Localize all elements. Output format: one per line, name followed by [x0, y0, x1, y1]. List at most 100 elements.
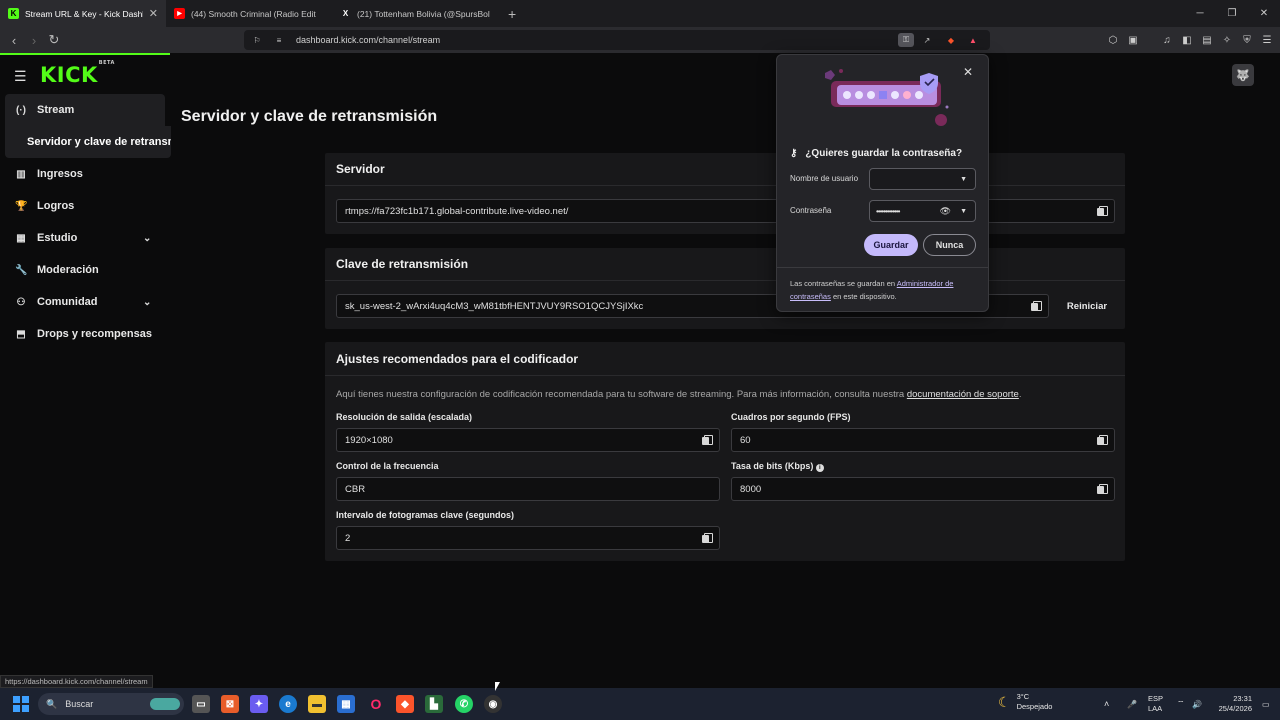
encoder-heading: Ajustes recomendados para el codificador — [325, 342, 1125, 376]
rate-control-label: Control de la frecuencia — [336, 461, 439, 471]
tab-title: (21) Tottenham Bolivia (@SpursBol) / — [357, 8, 490, 19]
resolution-label: Resolución de salida (escalada) — [336, 412, 473, 422]
fps-field[interactable]: 60 — [731, 428, 1115, 452]
show-password-icon[interactable]: 👁 — [940, 206, 951, 217]
youtube-favicon-icon: ▶ — [174, 8, 185, 19]
tray-overflow-icon[interactable]: ˄ — [1104, 688, 1109, 720]
stream-key-value: sk_us-west-2_wArxi4uq4cM3_wM81tbfHENTJVU… — [345, 300, 644, 312]
tab-x[interactable]: X (21) Tottenham Bolivia (@SpursBol) / — [332, 0, 498, 27]
microphone-icon[interactable]: 🎤 — [1127, 688, 1137, 720]
sidebar-item-estudio[interactable]: ▦ Estudio ⌄ — [0, 222, 170, 254]
drops-icon: ⬒ — [16, 328, 26, 340]
password-select[interactable]: ••••••••••••• 👁 ▼ — [869, 200, 976, 222]
notification-icon[interactable]: ▭ — [1262, 688, 1270, 720]
brave-shield-icon[interactable]: ◆ — [944, 33, 958, 47]
media-icon[interactable]: ♫ — [1160, 31, 1174, 49]
share-icon[interactable]: ↗ — [920, 33, 934, 47]
resolution-field[interactable]: 1920×1080 — [336, 428, 720, 452]
sidebar-item-moderacion[interactable]: 🔧 Moderación — [0, 254, 170, 286]
volume-icon[interactable]: 🔊 — [1192, 688, 1202, 720]
reload-icon[interactable]: ↻ — [44, 32, 64, 48]
site-info-icon[interactable]: ≡ — [272, 33, 286, 47]
server-url-field[interactable]: rtmps://fa723fc1b171.global-contribute.l… — [336, 199, 1115, 223]
whatsapp-icon[interactable]: ✆ — [455, 695, 473, 713]
close-tab-icon[interactable]: ✕ — [149, 7, 158, 20]
new-tab-button[interactable]: + — [508, 6, 516, 22]
never-save-button[interactable]: Nunca — [923, 234, 976, 256]
sidebar-item-stream[interactable]: (·) Stream — [5, 94, 165, 126]
save-password-button[interactable]: Guardar — [864, 234, 918, 256]
url-text[interactable]: dashboard.kick.com/channel/stream — [296, 35, 440, 45]
sidebar-item-server-key[interactable]: Servidor y clave de retransmisión — [5, 126, 171, 158]
leo-ai-icon[interactable]: ✧ — [1220, 31, 1234, 49]
copy-icon[interactable] — [1097, 484, 1108, 494]
broadcast-icon: (·) — [16, 104, 26, 116]
menu-icon[interactable]: ☰ — [1260, 31, 1274, 49]
copy-icon[interactable] — [702, 435, 713, 445]
task-view-icon[interactable]: ▭ — [192, 695, 210, 713]
bookmark-icon[interactable]: ⚐ — [250, 33, 264, 47]
copy-icon[interactable] — [1097, 206, 1108, 216]
copy-icon[interactable] — [1097, 435, 1108, 445]
wallet-icon[interactable]: ▤ — [1200, 31, 1214, 49]
copy-icon[interactable] — [1031, 301, 1042, 311]
browser-tab-strip: K Stream URL & Key - Kick Dashb ✕ ▶ (44)… — [0, 0, 1280, 27]
username-select[interactable]: ▼ — [869, 168, 976, 190]
sidebar-item-label: Estudio — [37, 232, 78, 244]
screenshot-icon[interactable]: ▣ — [1126, 31, 1140, 49]
sidebar-item-ingresos[interactable]: ▥ Ingresos — [0, 158, 170, 190]
sidebar-item-drops[interactable]: ⬒ Drops y recompensas — [0, 318, 170, 350]
edge-icon[interactable]: e — [279, 695, 297, 713]
file-explorer-icon[interactable]: ▬ — [308, 695, 326, 713]
bitrate-label: Tasa de bits (Kbps) i — [731, 461, 824, 472]
vpn-icon[interactable]: ⛨ — [1240, 31, 1254, 49]
start-button[interactable] — [13, 696, 29, 712]
sidebar-item-logros[interactable]: 🏆 Logros — [0, 190, 170, 222]
chevron-down-icon[interactable]: ⌄ — [143, 297, 151, 308]
dropdown-arrow-icon[interactable]: ▼ — [960, 208, 967, 215]
tab-youtube[interactable]: ▶ (44) Smooth Criminal (Radio Edit — [166, 0, 332, 27]
info-icon[interactable]: i — [815, 464, 824, 472]
xampp-icon[interactable]: ⊠ — [221, 695, 239, 713]
back-icon[interactable]: ‹ — [4, 33, 24, 48]
extensions-icon[interactable]: ⬡ — [1106, 31, 1120, 49]
support-docs-link[interactable]: documentación de soporte — [907, 389, 1019, 400]
kick-logo[interactable]: KICKBETA — [40, 60, 115, 87]
brave-rewards-icon[interactable]: ▲ — [966, 33, 980, 47]
chevron-down-icon[interactable]: ⌄ — [143, 233, 151, 244]
hamburger-menu-icon[interactable]: ☰ — [14, 68, 27, 85]
wifi-icon[interactable]: ⌔ — [1177, 688, 1185, 720]
sidebar-toggle-icon[interactable]: ◧ — [1180, 31, 1194, 49]
address-bar[interactable]: ⚐ ≡ dashboard.kick.com/channel/stream ⚿ … — [244, 30, 990, 50]
obs-icon[interactable]: ◉ — [484, 695, 502, 713]
system-clock[interactable]: 23:31 25/4/2026 — [1212, 694, 1252, 714]
keyframe-field[interactable]: 2 — [336, 526, 720, 550]
language-indicator[interactable]: ESP LAA — [1148, 694, 1163, 714]
bitrate-field[interactable]: 8000 — [731, 477, 1115, 501]
tab-kick-dashboard[interactable]: K Stream URL & Key - Kick Dashb ✕ — [0, 0, 166, 27]
sidebar-item-comunidad[interactable]: ⚇ Comunidad ⌄ — [0, 286, 170, 318]
reset-key-button[interactable]: Reiniciar — [1057, 294, 1117, 318]
dropdown-arrow-icon[interactable]: ▼ — [960, 176, 967, 183]
pycharm-icon[interactable]: ▙ — [425, 695, 443, 713]
user-avatar[interactable]: 🐺 — [1232, 64, 1254, 86]
tab-title: Stream URL & Key - Kick Dashb — [25, 8, 143, 19]
sidebar-item-label: Stream — [37, 104, 75, 116]
search-highlight-icon — [150, 698, 180, 710]
brave-icon[interactable]: ◆ — [396, 695, 414, 713]
kick-favicon-icon: K — [8, 8, 19, 19]
close-window-icon[interactable]: ✕ — [1248, 0, 1280, 27]
minimize-icon[interactable]: ─ — [1184, 0, 1216, 27]
weather-widget[interactable]: ☾ 3°C Despejado — [998, 692, 1052, 712]
close-icon[interactable]: ✕ — [963, 65, 973, 79]
rate-control-field[interactable]: CBR — [336, 477, 720, 501]
restore-icon[interactable]: ❐ — [1216, 0, 1248, 27]
copy-icon[interactable] — [702, 533, 713, 543]
copilot-icon[interactable]: ✦ — [250, 695, 268, 713]
password-key-icon[interactable]: ⚿ — [898, 33, 914, 47]
opera-icon[interactable]: O — [367, 695, 385, 713]
forward-icon[interactable]: › — [24, 33, 44, 48]
moon-icon: ☾ — [998, 693, 1011, 710]
store-icon[interactable]: ▦ — [337, 695, 355, 713]
taskbar-search[interactable]: 🔍 Buscar — [38, 693, 184, 715]
